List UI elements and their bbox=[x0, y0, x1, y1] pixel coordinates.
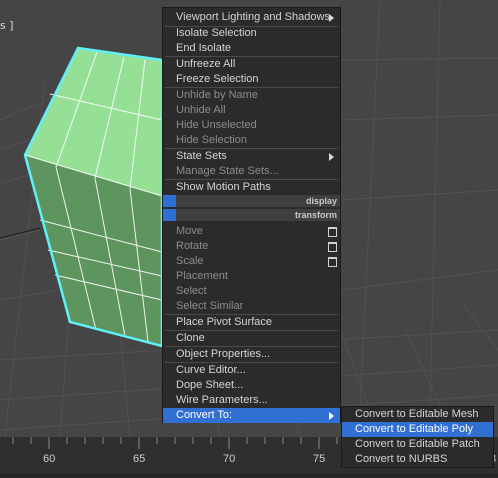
menu-item-label: Curve Editor... bbox=[176, 364, 246, 376]
menu-item-select-similar[interactable]: Select Similar bbox=[163, 299, 340, 314]
menu-item-label: Select bbox=[176, 285, 207, 297]
menu-item-label: Manage State Sets... bbox=[176, 165, 279, 177]
menu-item-label: Unhide by Name bbox=[176, 89, 258, 101]
menu-item-label: State Sets bbox=[176, 150, 227, 162]
menu-item-convert-to-nurbs[interactable]: Convert to NURBS bbox=[342, 452, 493, 467]
timeline-tick-label: 65 bbox=[133, 453, 146, 465]
menu-item-scale[interactable]: Scale bbox=[163, 254, 340, 269]
quadrant-marker bbox=[163, 209, 176, 221]
menu-item-select[interactable]: Select bbox=[163, 284, 340, 299]
menu-item-label: Rotate bbox=[176, 240, 209, 252]
menu-item-unhide-by-name[interactable]: Unhide by Name bbox=[163, 88, 340, 103]
menu-item-label: Clone bbox=[176, 332, 205, 344]
menu-item-label: Place Pivot Surface bbox=[176, 316, 272, 328]
menu-item-state-sets[interactable]: State Sets bbox=[163, 149, 340, 164]
menu-item-hide-selection[interactable]: Hide Selection bbox=[163, 133, 340, 148]
menu-item-label: Select Similar bbox=[176, 300, 244, 312]
menu-item-label: Convert to Editable Poly bbox=[355, 423, 474, 435]
menu-item-label: Dope Sheet... bbox=[176, 379, 244, 391]
menu-item-place-pivot-surface[interactable]: Place Pivot Surface bbox=[163, 315, 340, 330]
transform-quadrant-header[interactable]: transform bbox=[163, 209, 340, 221]
menu-item-unhide-all[interactable]: Unhide All bbox=[163, 103, 340, 118]
menu-item-move[interactable]: Move bbox=[163, 224, 340, 239]
display-quadrant-header[interactable]: display bbox=[163, 195, 340, 207]
menu-item-label: Unfreeze All bbox=[176, 58, 236, 70]
quadrant-title: display bbox=[305, 196, 337, 206]
menu-item-hide-unselected[interactable]: Hide Unselected bbox=[163, 118, 340, 133]
menu-item-convert-to-editable-mesh[interactable]: Convert to Editable Mesh bbox=[342, 407, 493, 422]
menu-item-manage-state-sets[interactable]: Manage State Sets... bbox=[163, 164, 340, 179]
timeline-tick-label: 60 bbox=[43, 453, 56, 465]
menu-item-label: Convert to Editable Patch bbox=[355, 438, 480, 450]
menu-item-label: Scale bbox=[176, 255, 204, 267]
menu-item-isolate-selection[interactable]: Isolate Selection bbox=[163, 26, 340, 41]
menu-item-label: Move bbox=[176, 225, 203, 237]
menu-item-label: End Isolate bbox=[176, 42, 232, 54]
viewport-label[interactable]: s ] bbox=[0, 19, 14, 32]
menu-item-label: Show Motion Paths bbox=[176, 181, 271, 193]
quadrant-title: transform bbox=[294, 210, 337, 220]
menu-item-label: Placement bbox=[176, 270, 228, 282]
settings-box-icon[interactable] bbox=[328, 227, 337, 237]
convert-to-submenu: Convert to Editable Mesh Convert to Edit… bbox=[341, 406, 494, 468]
menu-item-convert-to-editable-patch[interactable]: Convert to Editable Patch bbox=[342, 437, 493, 452]
timeline-tick-label: 70 bbox=[223, 453, 236, 465]
menu-item-label: Object Properties... bbox=[176, 348, 271, 360]
submenu-arrow-icon bbox=[329, 14, 334, 22]
settings-box-icon[interactable] bbox=[328, 242, 337, 252]
menu-item-viewport-lighting[interactable]: Viewport Lighting and Shadows bbox=[163, 10, 340, 25]
menu-item-freeze-selection[interactable]: Freeze Selection bbox=[163, 72, 340, 87]
quad-menu: Viewport Lighting and Shadows Isolate Se… bbox=[162, 7, 341, 423]
submenu-arrow-icon bbox=[329, 153, 334, 161]
menu-item-curve-editor[interactable]: Curve Editor... bbox=[163, 363, 340, 378]
settings-box-icon[interactable] bbox=[328, 257, 337, 267]
menu-item-label: Hide Selection bbox=[176, 134, 247, 146]
menu-item-wire-parameters[interactable]: Wire Parameters... bbox=[163, 393, 340, 408]
menu-item-label: Viewport Lighting and Shadows bbox=[176, 11, 330, 23]
menu-item-label: Convert to Editable Mesh bbox=[355, 408, 479, 420]
menu-item-label: Freeze Selection bbox=[176, 73, 259, 85]
menu-item-end-isolate[interactable]: End Isolate bbox=[163, 41, 340, 56]
menu-item-clone[interactable]: Clone bbox=[163, 331, 340, 346]
timeline-tick-label: 75 bbox=[313, 453, 326, 465]
menu-item-dope-sheet[interactable]: Dope Sheet... bbox=[163, 378, 340, 393]
submenu-arrow-icon bbox=[329, 412, 334, 420]
menu-item-label: Convert to NURBS bbox=[355, 453, 448, 465]
menu-item-label: Unhide All bbox=[176, 104, 226, 116]
menu-item-label: Convert To: bbox=[176, 409, 233, 421]
quadrant-marker bbox=[163, 195, 176, 207]
menu-item-convert-to[interactable]: Convert To: bbox=[163, 408, 340, 423]
menu-item-convert-to-editable-poly[interactable]: Convert to Editable Poly bbox=[342, 422, 493, 437]
menu-item-label: Wire Parameters... bbox=[176, 394, 268, 406]
menu-item-show-motion-paths[interactable]: Show Motion Paths bbox=[163, 180, 340, 195]
menu-item-label: Isolate Selection bbox=[176, 27, 257, 39]
menu-item-label: Hide Unselected bbox=[176, 119, 257, 131]
menu-item-object-properties[interactable]: Object Properties... bbox=[163, 347, 340, 362]
menu-item-placement[interactable]: Placement bbox=[163, 269, 340, 284]
menu-item-rotate[interactable]: Rotate bbox=[163, 239, 340, 254]
menu-item-unfreeze-all[interactable]: Unfreeze All bbox=[163, 57, 340, 72]
